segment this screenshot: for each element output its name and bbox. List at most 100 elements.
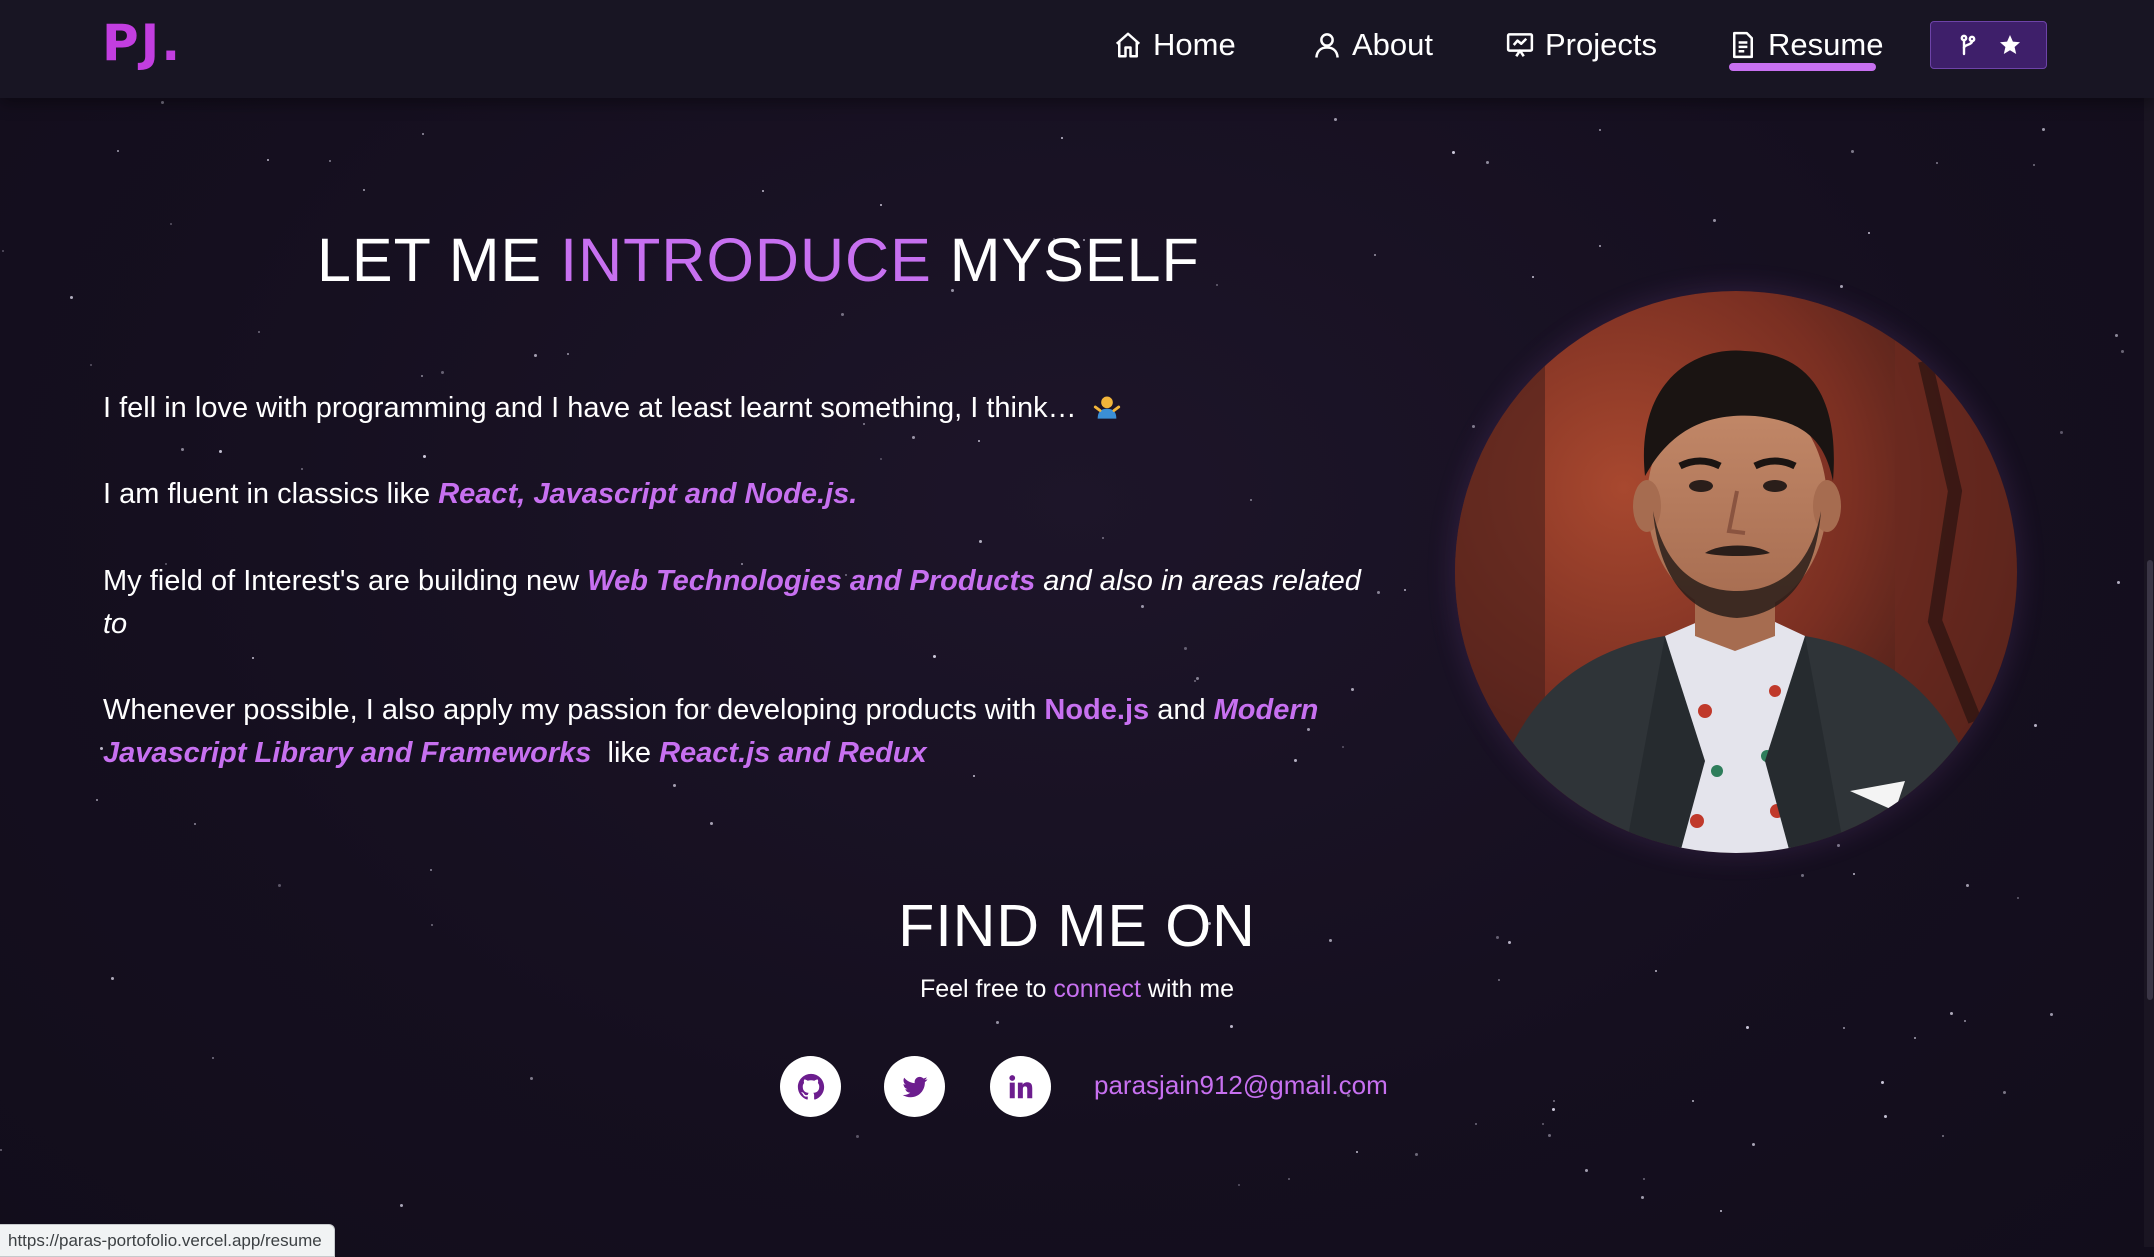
star-dot [1599,245,1601,247]
star-dot [2117,581,2120,584]
nav-projects-label: Projects [1545,27,1657,62]
github-fork-star-button[interactable] [1930,21,2047,69]
intro-heading-part1: LET ME [317,226,561,294]
intro-paragraph-1: I fell in love with programming and I ha… [103,387,1393,430]
star-dot [441,371,444,374]
linkedin-icon [1008,1074,1032,1098]
star-dot [1720,1210,1722,1212]
connect-link[interactable]: connect [1053,975,1141,1003]
star-dot [1404,589,1406,591]
intro-paragraph-2-accent: React, Javascript and Node.js. [438,478,858,510]
star-dot [1692,1100,1694,1102]
star-dot [1542,1123,1544,1125]
star-dot [1374,254,1376,256]
user-icon [1315,33,1339,58]
intro-paragraph-4-text-2: and [1149,694,1214,726]
intro-paragraph-4-text-3: like [591,737,660,769]
star-dot [194,823,196,825]
star-dot [1840,285,1843,288]
star-dot [1552,1108,1555,1111]
intro-paragraph-3-accent: Web Technologies and Products [587,565,1036,597]
logo[interactable]: PJ. [102,14,182,72]
star-dot [1230,1025,1233,1028]
star-dot [2034,724,2037,727]
profile-avatar [1455,291,2017,853]
star-dot [2042,128,2045,131]
star-dot [1950,1012,1953,1015]
star-dot [1452,151,1455,154]
star-dot [1752,1143,1755,1146]
twitter-icon [902,1076,927,1097]
star-dot [1061,137,1063,139]
email-link[interactable]: parasjain912@gmail.com [1094,1070,1388,1101]
star-dot [1238,1184,1240,1186]
star-dot [534,354,537,357]
star-dot [979,540,982,543]
star-dot [2,250,4,252]
intro-paragraph-3: My field of Interest's are building new … [103,560,1393,646]
intro-paragraph-3-text: My field of Interest's are building new [103,565,588,597]
star-dot [1196,677,1199,680]
star-dot [1964,1020,1966,1022]
star-dot [1655,970,1657,972]
star-dot [1194,680,1196,682]
star-dot [1102,537,1104,539]
star-dot [1548,1134,1551,1137]
find-me-subtitle-after: with me [1140,975,1235,1003]
scrollbar-thumb[interactable] [2147,560,2153,1000]
star-dot [1585,1169,1588,1172]
star-dot [1884,1115,1887,1118]
star-dot [856,1135,859,1138]
intro-paragraph-4-text-1: Whenever possible, I also apply my passi… [103,694,1045,726]
nav-about[interactable]: About [1312,20,1433,70]
star-dot [1184,647,1187,650]
intro-paragraph-2: I am fluent in classics like React, Java… [103,473,1393,516]
star-dot [170,223,172,225]
page: PJ. Home About Projects Resume LET ME IN… [0,0,2154,1257]
star-dot [423,455,426,458]
star-dot [1415,1153,1418,1156]
find-me-subtitle: Feel free to connect with me [0,975,2154,1004]
star-dot [181,448,184,451]
star-dot [430,869,432,871]
star-dot [1356,1151,1358,1153]
star-dot [973,775,975,777]
star-dot [1914,1037,1916,1039]
page-scrollbar[interactable] [2144,0,2154,1247]
navbar: PJ. Home About Projects Resume [0,0,2154,98]
star-dot [1936,162,1938,164]
nav-projects[interactable]: Projects [1505,20,1657,70]
star-dot [421,375,423,377]
shrug-emoji-icon [1093,396,1120,419]
star-dot [70,296,73,299]
star-dot [2003,1091,2006,1094]
star-dot [117,150,119,152]
twitter-link[interactable] [884,1056,945,1117]
star-dot [2033,164,2035,166]
nav-home-label: Home [1153,27,1236,62]
star-dot [1843,1027,1845,1029]
star-dot [1881,1081,1884,1084]
star-dot [1643,1178,1645,1180]
star-dot [252,657,254,659]
nav-home[interactable]: Home [1113,20,1236,70]
star-dot [96,799,98,801]
star-dot [1713,219,1716,222]
linkedin-link[interactable] [990,1056,1051,1117]
star-dot [841,313,844,316]
star-dot [1746,1026,1749,1029]
github-link[interactable] [780,1056,841,1117]
star-dot [912,436,915,439]
star-dot [1801,874,1804,877]
fork-icon [1960,34,1975,56]
star-dot [219,450,222,453]
star-dot [567,353,569,355]
star-dot [1334,118,1337,121]
star-dot [673,784,676,787]
star-dot [762,190,764,192]
intro-heading: LET ME INTRODUCE MYSELF [317,225,1200,295]
star-dot [212,1057,214,1059]
star-dot [329,160,331,162]
intro-heading-accent: INTRODUCE [560,226,932,294]
nav-resume-label: Resume [1768,27,1884,62]
